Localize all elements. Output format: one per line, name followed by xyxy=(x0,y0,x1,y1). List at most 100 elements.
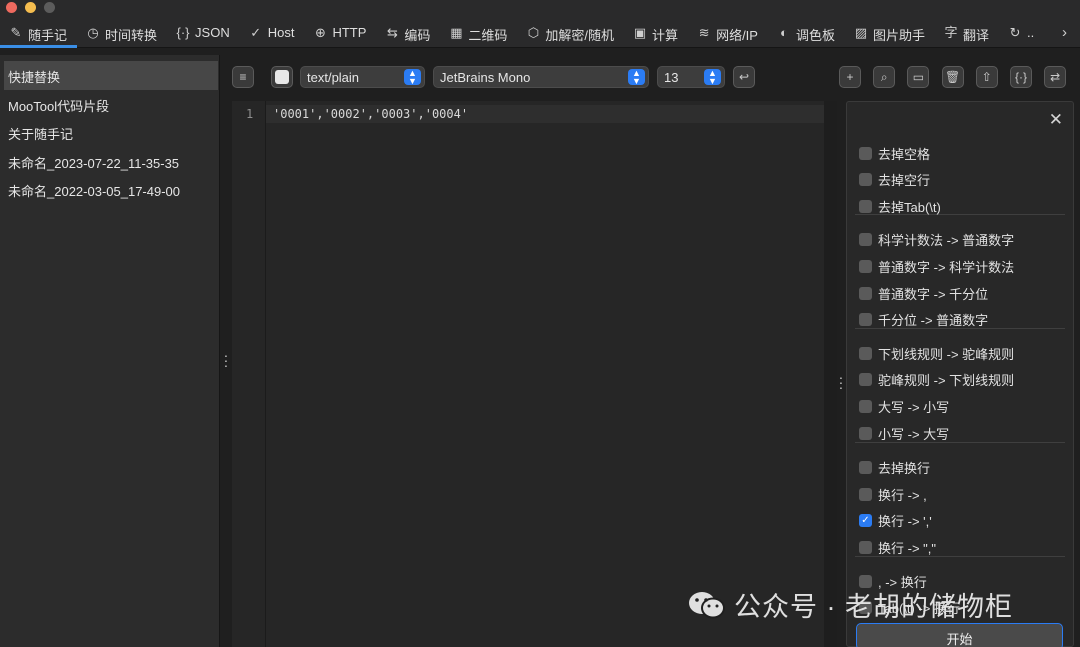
sidebar-item[interactable]: 未命名_2022-03-05_17-49-00 xyxy=(4,175,218,204)
replace-option[interactable]: 换行 -> , xyxy=(859,485,927,504)
replace-option[interactable]: 千分位 -> 普通数字 xyxy=(859,310,988,329)
replace-option[interactable]: 普通数字 -> 千分位 xyxy=(859,284,988,303)
close-window-button[interactable] xyxy=(6,2,17,13)
option-label: 去掉空行 xyxy=(878,173,931,188)
tabs-overflow-button[interactable]: › xyxy=(1062,24,1067,41)
swap-button[interactable]: ⇄ xyxy=(1044,66,1067,88)
tab-4[interactable]: ⊕ HTTP xyxy=(304,19,376,48)
checkbox[interactable] xyxy=(859,400,872,413)
checkbox[interactable] xyxy=(859,173,872,186)
replace-option[interactable]: 大写 -> 小写 xyxy=(859,397,949,416)
tab-5[interactable]: ⇆ 编码 xyxy=(376,19,440,48)
clock-icon: ◷ xyxy=(87,25,99,40)
replace-option[interactable]: 小写 -> 大写 xyxy=(859,424,949,443)
search-button[interactable]: ⌕ xyxy=(873,66,896,88)
sidebar-item[interactable]: 快捷替换 xyxy=(4,61,218,90)
checkbox[interactable] xyxy=(859,347,872,360)
option-label: 普通数字 -> 千分位 xyxy=(878,287,989,302)
option-label: 大写 -> 小写 xyxy=(878,400,950,415)
qrcode-icon: ▦ xyxy=(450,25,463,40)
add-icon: + xyxy=(846,70,854,84)
replace-option[interactable]: 科学计数法 -> 普通数字 xyxy=(859,230,1014,249)
sidebar-item[interactable]: 关于随手记 xyxy=(4,118,218,147)
tab-label: 随手记 xyxy=(28,28,68,43)
checkbox[interactable] xyxy=(859,488,872,501)
calculator-icon: ▣ xyxy=(633,25,647,40)
sidebar-item[interactable]: 未命名_2023-07-22_11-35-35 xyxy=(4,147,218,176)
line-gutter: 1 xyxy=(232,101,266,647)
replace-option[interactable]: 下划线规则 -> 驼峰规则 xyxy=(859,344,1014,363)
tab-label: 调色板 xyxy=(795,28,835,43)
format-button[interactable]: {·} xyxy=(1010,66,1032,88)
tabs: ✎ 随手记 ◷ 时间转换 {·} JSON ✓ Host ⊕ HTTP ⇆ 编码 ▦ 二维码 ⬡ 加解密/随机… xyxy=(0,19,1044,48)
replace-option[interactable]: 去掉空行 xyxy=(859,170,930,189)
wechat-logo-icon xyxy=(689,591,725,618)
option-label: 小写 -> 大写 xyxy=(878,427,950,442)
font-size-select[interactable]: 13 ▲ ▼ xyxy=(657,66,725,88)
option-label: 去掉空格 xyxy=(878,147,931,162)
editor-scrollbar[interactable] xyxy=(824,101,837,647)
share-icon: ⇧ xyxy=(981,70,992,84)
color-swatch-icon xyxy=(275,70,289,84)
tab-label: 二维码 xyxy=(468,28,508,43)
close-icon[interactable]: ✕ xyxy=(1049,110,1063,130)
option-label: 普通数字 -> 科学计数法 xyxy=(878,260,1015,275)
replace-option[interactable]: ✓ 换行 -> ',' xyxy=(859,511,932,530)
checkbox[interactable] xyxy=(859,373,872,386)
share-button[interactable]: ⇧ xyxy=(975,66,998,88)
replace-option[interactable]: 去掉空格 xyxy=(859,144,930,163)
sidebar-splitter-handle[interactable]: · · · xyxy=(223,348,229,372)
checkbox[interactable] xyxy=(859,147,872,160)
panel-splitter-handle[interactable]: · · · xyxy=(838,370,844,394)
editor-line[interactable]: '0001','0002','0003','0004' xyxy=(266,105,824,123)
checkbox[interactable] xyxy=(859,427,872,440)
cube-icon: ⬡ xyxy=(527,25,540,40)
checkbox[interactable] xyxy=(859,200,872,213)
checkbox[interactable] xyxy=(859,541,872,554)
tab-11[interactable]: ▨ 图片助手 xyxy=(845,19,935,48)
tab-7[interactable]: ⬡ 加解密/随机 xyxy=(517,19,624,48)
tab-10[interactable]: ◐ 调色板 xyxy=(768,19,845,48)
checkbox[interactable] xyxy=(859,287,872,300)
code-editor[interactable]: 1 '0001','0002','0003','0004' xyxy=(232,101,837,647)
option-label: 下划线规则 -> 驼峰规则 xyxy=(878,347,1015,362)
app-window: ✎ 随手记 ◷ 时间转换 {·} JSON ✓ Host ⊕ HTTP ⇆ 编码 ▦ 二维码 ⬡ 加解密/随机… xyxy=(0,0,1080,647)
minimize-window-button[interactable] xyxy=(25,2,36,13)
replace-option[interactable]: 去掉换行 xyxy=(859,458,930,477)
checkbox[interactable] xyxy=(859,260,872,273)
tab-2[interactable]: {·} JSON xyxy=(167,19,240,48)
maximize-window-button[interactable] xyxy=(44,2,55,13)
color-picker-button[interactable] xyxy=(271,66,293,88)
replace-option[interactable]: 普通数字 -> 科学计数法 xyxy=(859,257,1014,276)
option-label: 去掉换行 xyxy=(878,461,931,476)
tab-12[interactable]: 字翻译 xyxy=(935,19,999,48)
save-button[interactable]: ▭ xyxy=(907,66,930,88)
checkbox[interactable] xyxy=(859,233,872,246)
tab-label: 翻译 xyxy=(963,28,990,43)
replace-option[interactable]: 去掉Tab(\t) xyxy=(859,197,941,216)
tab-1[interactable]: ◷ 时间转换 xyxy=(77,19,167,48)
delete-icon: 🗑 xyxy=(944,70,961,84)
tab-8[interactable]: ▣ 计算 xyxy=(624,19,688,48)
refresh-icon: ↻ xyxy=(1009,25,1021,40)
word-wrap-button[interactable]: ↩ xyxy=(733,66,755,88)
tab-9[interactable]: ≋ 网络/IP xyxy=(688,19,768,48)
swap-icon: ⇆ xyxy=(386,25,398,40)
checkbox[interactable] xyxy=(859,461,872,474)
checkbox[interactable]: ✓ xyxy=(859,514,872,527)
tab-0[interactable]: ✎ 随手记 xyxy=(0,19,78,48)
tab-13[interactable]: ↻.. xyxy=(999,19,1044,48)
replace-option[interactable]: 换行 -> "," xyxy=(859,538,936,557)
delete-button[interactable]: 🗑 xyxy=(941,66,964,88)
tab-3[interactable]: ✓ Host xyxy=(240,19,305,48)
replace-option[interactable]: 驼峰规则 -> 下划线规则 xyxy=(859,370,1014,389)
add-button[interactable]: + xyxy=(839,66,861,88)
syntax-select[interactable]: text/plain ▲ ▼ xyxy=(300,66,425,88)
checkbox[interactable] xyxy=(859,313,872,326)
sidebar-item[interactable]: MooTool代码片段 xyxy=(4,90,218,119)
tab-6[interactable]: ▦ 二维码 xyxy=(440,19,517,48)
tab-label: 计算 xyxy=(652,28,679,43)
font-select[interactable]: JetBrains Mono ▲ ▼ xyxy=(433,66,649,88)
menu-button[interactable]: ≡ xyxy=(232,66,254,88)
start-button[interactable]: 开始 xyxy=(856,623,1063,647)
